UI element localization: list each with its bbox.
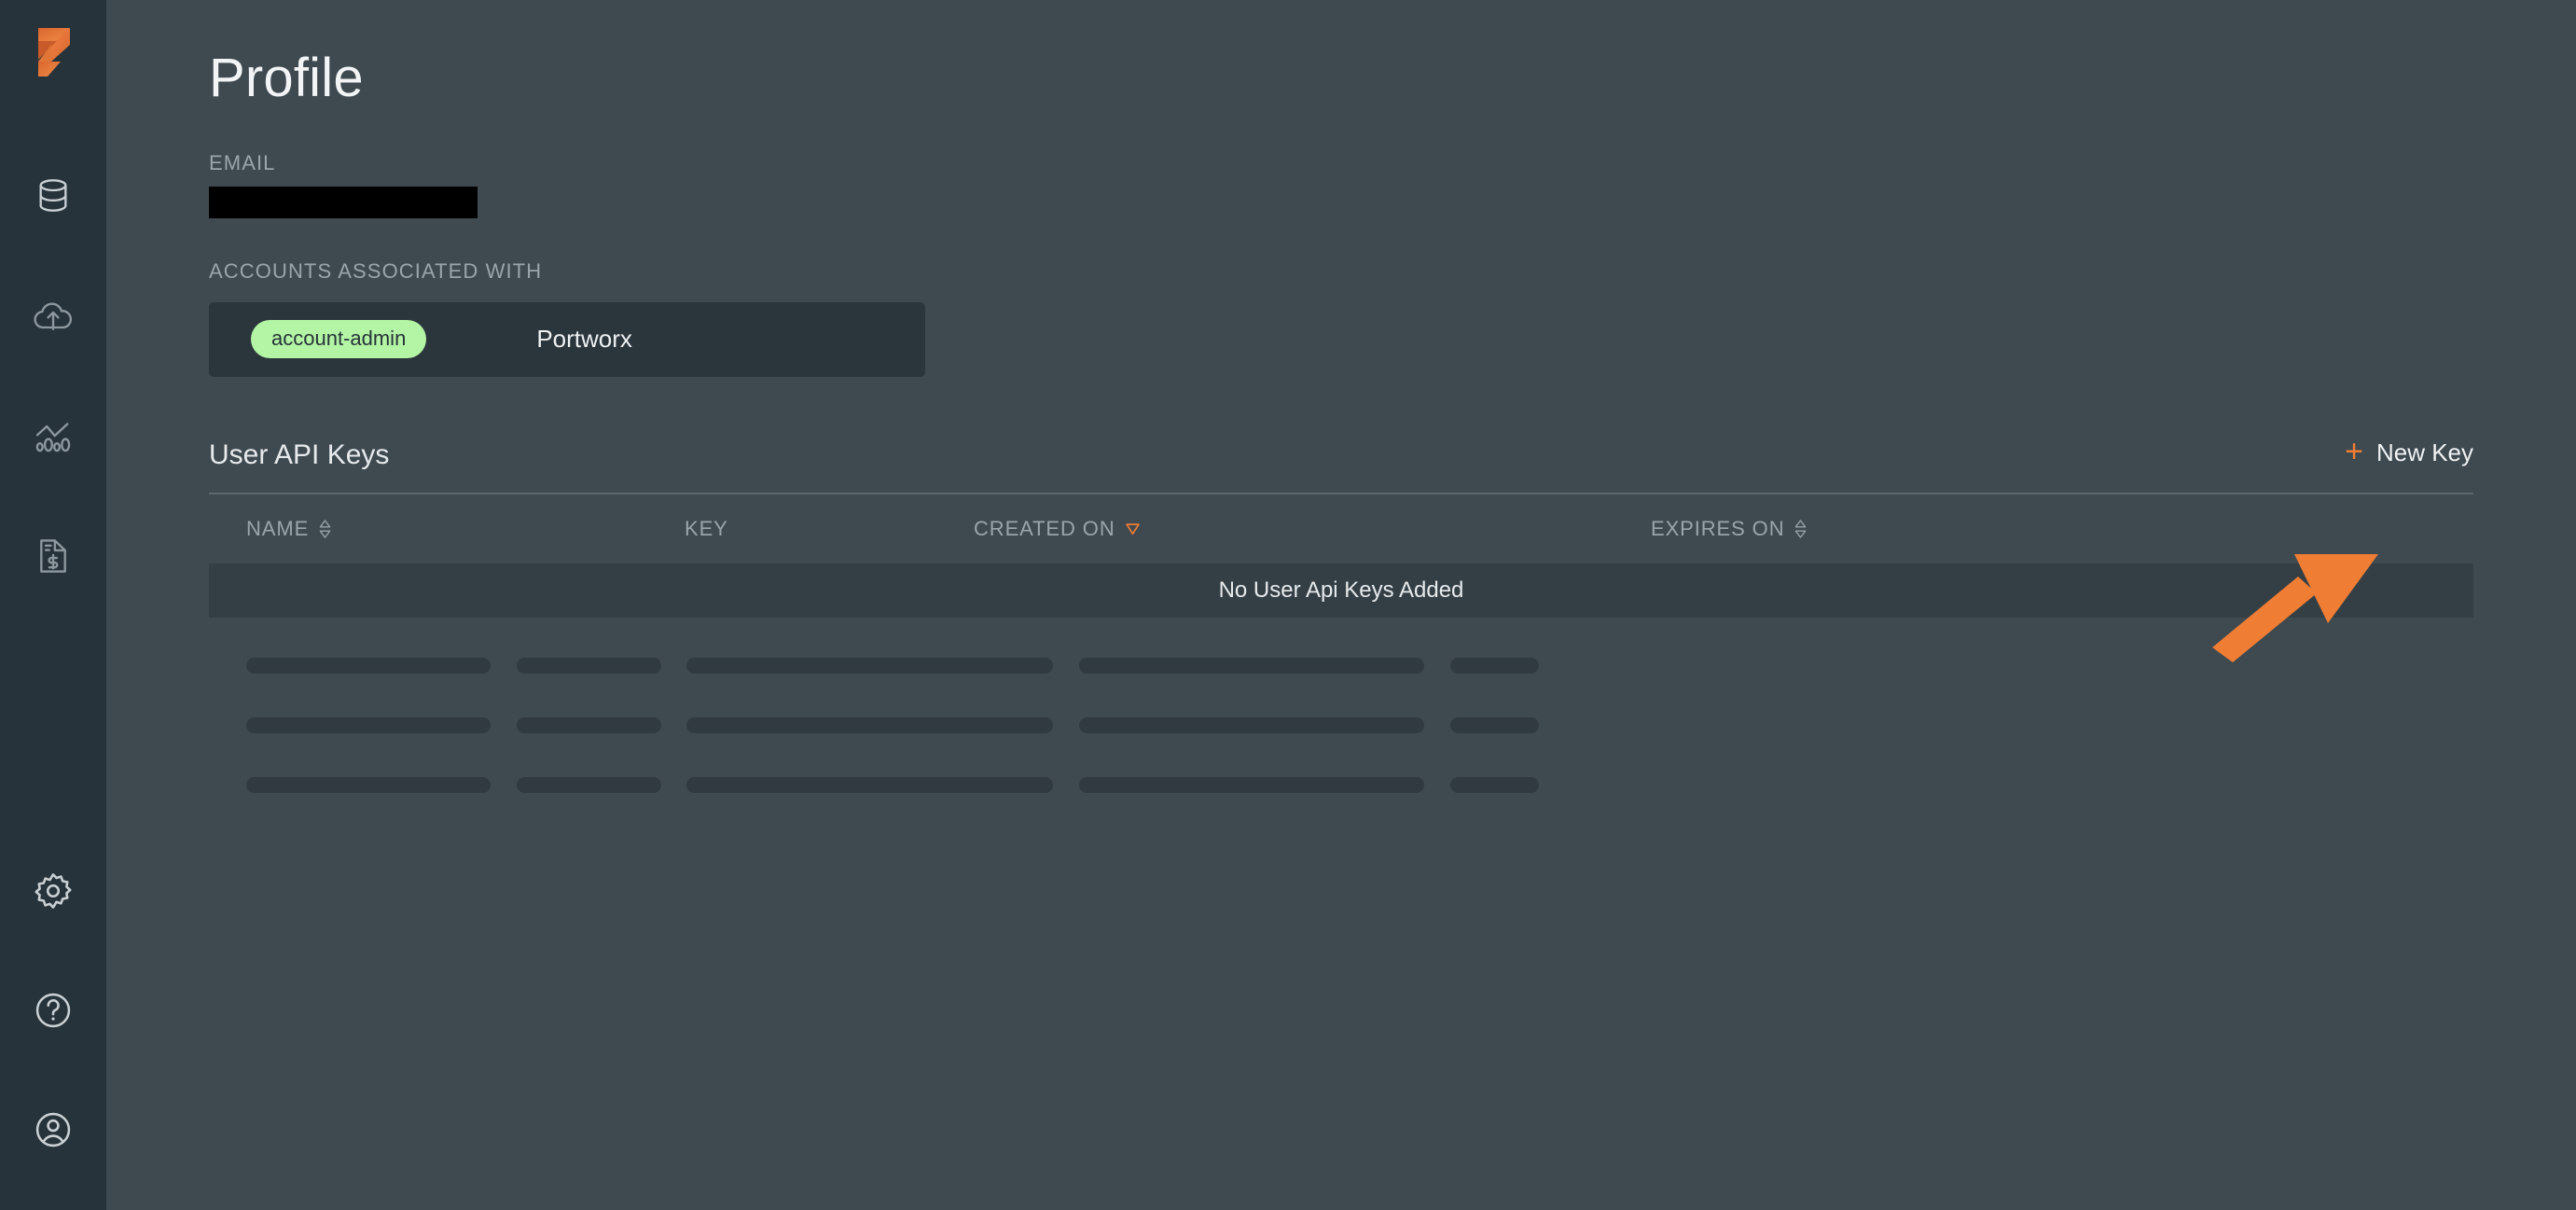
- sidebar-item-settings[interactable]: [0, 831, 106, 951]
- role-badge: account-admin: [251, 320, 427, 359]
- empty-state-row: No User Api Keys Added: [209, 563, 2473, 618]
- email-label: EMAIL: [209, 150, 276, 174]
- skeleton-bar: [686, 777, 1053, 794]
- skeleton-row: [209, 696, 2473, 756]
- plus-icon: +: [2345, 434, 2363, 470]
- skeleton-bar: [1079, 717, 1424, 734]
- page-title: Profile: [209, 48, 364, 108]
- email-value-redacted: [209, 186, 478, 218]
- main-content: Profile EMAIL ACCOUNTS ASSOCIATED WITH a…: [106, 0, 2576, 1210]
- sort-both-icon: [318, 519, 332, 539]
- column-header-key-label: KEY: [685, 516, 728, 540]
- skeleton-bar: [246, 658, 491, 675]
- skeleton-row: [209, 756, 2473, 815]
- skeleton-bar: [517, 658, 661, 675]
- help-circle-icon: [33, 990, 74, 1031]
- table-header-row: NAME KEY CREATED ON EXPIRES ON: [209, 494, 2473, 563]
- skeleton-row: [209, 636, 2473, 696]
- column-header-created-on[interactable]: CREATED ON: [974, 517, 1651, 541]
- skeleton-placeholder-rows: [209, 618, 2473, 815]
- skeleton-bar: [686, 658, 1053, 675]
- sidebar-nav-bottom: [0, 831, 106, 1189]
- sidebar-item-clusters[interactable]: [0, 138, 106, 257]
- sidebar-item-metrics[interactable]: [0, 377, 106, 496]
- database-icon: [35, 177, 72, 218]
- skeleton-bar: [1079, 777, 1424, 794]
- portworx-logo[interactable]: [21, 17, 86, 90]
- skeleton-bar: [517, 777, 661, 794]
- sidebar-item-backups[interactable]: [0, 257, 106, 377]
- skeleton-bar: [1450, 717, 1539, 734]
- sidebar: [0, 0, 106, 1210]
- sort-desc-icon: [1125, 522, 1141, 536]
- sort-both-icon: [1794, 519, 1807, 539]
- user-circle-icon: [33, 1109, 74, 1150]
- column-header-expires-on-label: EXPIRES ON: [1651, 516, 1785, 540]
- sidebar-item-billing[interactable]: [0, 496, 106, 616]
- sidebar-item-account[interactable]: [0, 1070, 106, 1189]
- gear-icon: [33, 870, 74, 911]
- accounts-associated-label: ACCOUNTS ASSOCIATED WITH: [209, 258, 543, 283]
- skeleton-bar: [1450, 777, 1539, 794]
- sidebar-nav-top: [0, 138, 106, 616]
- sidebar-item-help[interactable]: [0, 951, 106, 1070]
- skeleton-bar: [1450, 658, 1539, 675]
- column-header-name[interactable]: NAME: [246, 517, 685, 541]
- chart-metrics-icon: [33, 418, 74, 455]
- column-header-key[interactable]: KEY: [685, 517, 974, 541]
- skeleton-bar: [517, 717, 661, 734]
- api-keys-title: User API Keys: [209, 438, 390, 470]
- account-name: Portworx: [536, 325, 632, 354]
- skeleton-bar: [686, 717, 1053, 734]
- invoice-dollar-icon: [35, 535, 71, 577]
- api-keys-table: NAME KEY CREATED ON EXPIRES ON No User A…: [209, 494, 2473, 815]
- empty-state-message: No User Api Keys Added: [1218, 577, 1464, 603]
- new-key-button-label: New Key: [2375, 438, 2473, 466]
- cloud-upload-icon: [33, 299, 74, 336]
- column-header-created-on-label: CREATED ON: [974, 516, 1115, 540]
- skeleton-bar: [1079, 658, 1424, 675]
- column-header-expires-on[interactable]: EXPIRES ON: [1651, 517, 2285, 541]
- api-keys-section-header: User API Keys + New Key: [209, 434, 2473, 471]
- app-root: Profile EMAIL ACCOUNTS ASSOCIATED WITH a…: [0, 0, 2576, 1210]
- new-key-button[interactable]: + New Key: [2345, 434, 2473, 471]
- account-row[interactable]: account-admin Portworx: [209, 301, 925, 377]
- column-header-name-label: NAME: [246, 516, 310, 540]
- skeleton-bar: [246, 777, 491, 794]
- skeleton-bar: [246, 717, 491, 734]
